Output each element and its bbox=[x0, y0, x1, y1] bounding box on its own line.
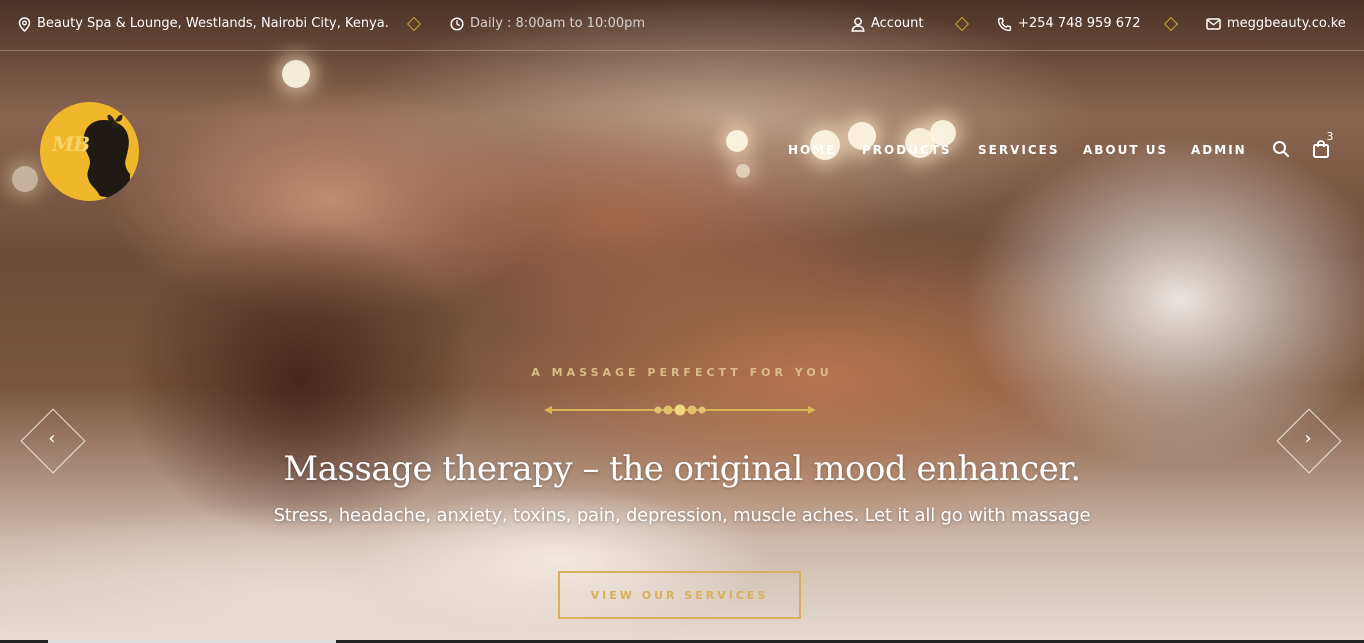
nav-item-home[interactable]: HOME bbox=[788, 142, 836, 158]
email-link[interactable]: meggbeauty.co.ke bbox=[1206, 16, 1346, 32]
address-info: Beauty Spa & Lounge, Westlands, Nairobi … bbox=[18, 16, 389, 32]
hero-background-image bbox=[0, 0, 1364, 643]
ornament-divider bbox=[544, 404, 816, 416]
cart-count-badge: 3 bbox=[1326, 130, 1334, 143]
separator-diamond bbox=[406, 16, 422, 32]
address-text: Beauty Spa & Lounge, Westlands, Nairobi … bbox=[37, 16, 389, 31]
clock-icon bbox=[450, 17, 464, 31]
search-icon[interactable] bbox=[1272, 140, 1290, 158]
account-link[interactable]: Account bbox=[851, 16, 924, 32]
nav-item-admin[interactable]: ADMIN bbox=[1191, 142, 1247, 158]
phone-text: +254 748 959 672 bbox=[1018, 16, 1141, 31]
top-info-bar: Beauty Spa & Lounge, Westlands, Nairobi … bbox=[0, 0, 1364, 51]
hours-info: Daily : 8:00am to 10:00pm bbox=[450, 16, 645, 32]
separator-diamond bbox=[1163, 16, 1179, 32]
nav-item-products[interactable]: PRODUCTS bbox=[862, 142, 952, 158]
email-text: meggbeauty.co.ke bbox=[1227, 16, 1346, 31]
hours-text: Daily : 8:00am to 10:00pm bbox=[470, 16, 646, 31]
phone-link[interactable]: +254 748 959 672 bbox=[997, 16, 1141, 32]
hero-eyebrow: A MASSAGE PERFECTT FOR YOU bbox=[531, 366, 833, 379]
account-label: Account bbox=[871, 16, 924, 31]
mail-icon bbox=[1206, 18, 1221, 30]
nav-item-about-us[interactable]: ABOUT US bbox=[1083, 142, 1168, 158]
map-pin-icon bbox=[18, 16, 31, 32]
hero-headline: Massage therapy – the original mood enha… bbox=[283, 449, 1081, 489]
main-navigation: HOME PRODUCTS SERVICES ABOUT US ADMIN bbox=[0, 142, 1364, 158]
hero-subline: Stress, headache, anxiety, toxins, pain,… bbox=[273, 505, 1091, 526]
view-services-button[interactable]: VIEW OUR SERVICES bbox=[558, 571, 801, 619]
nav-item-services[interactable]: SERVICES bbox=[978, 142, 1059, 158]
separator-diamond bbox=[954, 16, 970, 32]
phone-icon bbox=[997, 17, 1012, 31]
butterfly-icon bbox=[107, 114, 123, 128]
user-icon bbox=[851, 17, 865, 32]
